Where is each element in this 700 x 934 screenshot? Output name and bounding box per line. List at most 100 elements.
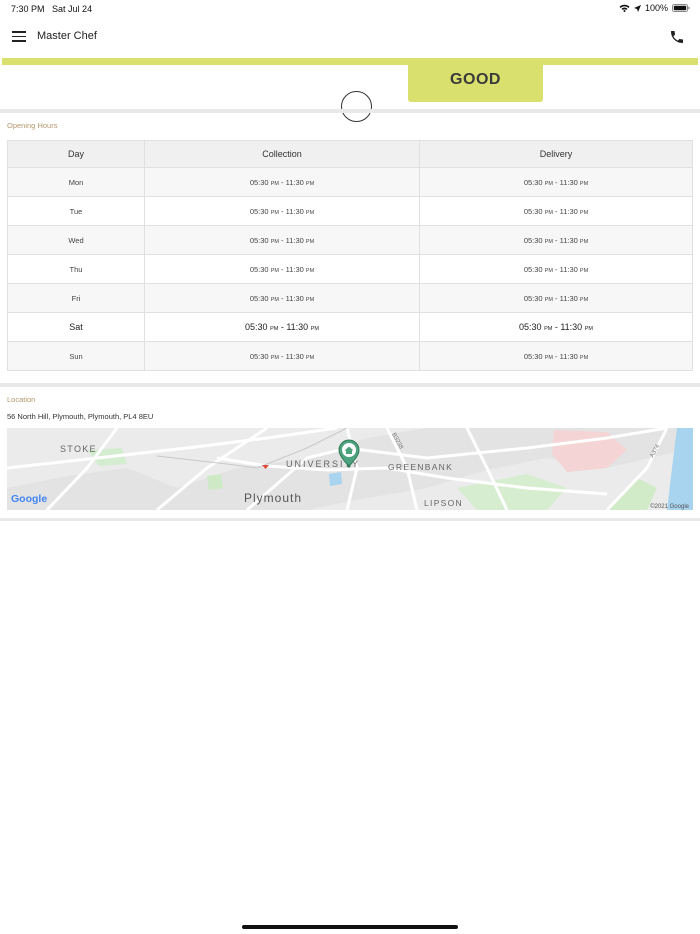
collection-end: 11:30 — [285, 235, 304, 245]
delivery-end-suffix: PM — [579, 180, 589, 187]
collection-start: 05:30 — [249, 264, 269, 274]
map-label-greenbank: GREENBANK — [388, 462, 453, 472]
delivery-cell: 05:30 PM - 11:30 PM — [419, 312, 693, 342]
location-arrow-icon — [633, 4, 641, 12]
app-header: Master Chef — [0, 18, 700, 56]
wifi-icon — [619, 4, 630, 12]
delivery-start-suffix: PM — [544, 209, 553, 216]
collection-end: 11:30 — [285, 351, 304, 361]
delivery-end-suffix: PM — [579, 354, 589, 361]
collection-end-suffix: PM — [310, 326, 319, 332]
table-row-today: Sat 05:30 PM - 11:30 PM 05:30 PM - 11:30… — [7, 312, 693, 342]
delivery-start-suffix: PM — [544, 296, 553, 303]
day-cell: Sat — [7, 312, 145, 342]
collection-cell: 05:30 PM - 11:30 PM — [144, 312, 420, 342]
column-header-day: Day — [7, 140, 145, 168]
status-clock: 7:30 PM — [11, 4, 45, 14]
opening-hours-table: Day Collection Delivery Mon 05:30 PM - 1… — [7, 140, 693, 371]
phone-icon[interactable] — [669, 29, 685, 45]
page-title: Master Chef — [37, 30, 97, 42]
delivery-start: 05:30 — [519, 322, 542, 332]
delivery-start: 05:30 — [523, 177, 543, 187]
delivery-end: 11:30 — [559, 293, 578, 303]
collection-start-suffix: PM — [270, 180, 279, 187]
collection-cell: 05:30 PM - 11:30 PM — [144, 341, 420, 371]
delivery-start-suffix: PM — [544, 326, 553, 332]
delivery-end-suffix: PM — [579, 238, 589, 245]
delivery-end: 11:30 — [559, 264, 578, 274]
delivery-cell: 05:30 PM - 11:30 PM — [419, 196, 693, 226]
delivery-start: 05:30 — [523, 293, 543, 303]
rating-stripe — [2, 58, 698, 65]
map-label-lipson: LIPSON — [424, 498, 463, 508]
delivery-start-suffix: PM — [544, 180, 553, 187]
table-header-row: Day Collection Delivery — [7, 140, 693, 168]
delivery-cell: 05:30 PM - 11:30 PM — [419, 283, 693, 313]
delivery-end-suffix: PM — [579, 209, 589, 216]
delivery-start: 05:30 — [523, 206, 543, 216]
map-canvas: STOKE UNIVERSITY GREENBANK Plymouth LIPS… — [7, 428, 693, 510]
collection-end-suffix: PM — [305, 180, 315, 187]
hamburger-menu-icon[interactable] — [12, 31, 26, 43]
delivery-start: 05:30 — [523, 351, 543, 361]
collection-start-suffix: PM — [270, 267, 279, 274]
collection-cell: 05:30 PM - 11:30 PM — [144, 167, 420, 197]
delivery-start-suffix: PM — [544, 267, 553, 274]
delivery-start: 05:30 — [523, 235, 543, 245]
collection-start: 05:30 — [249, 206, 269, 216]
delivery-start-suffix: PM — [544, 354, 553, 361]
delivery-end: 11:30 — [559, 235, 578, 245]
google-logo: Google — [11, 493, 47, 505]
delivery-end: 11:30 — [559, 177, 578, 187]
map-label-plymouth: Plymouth — [244, 491, 302, 505]
map-water — [329, 472, 342, 486]
delivery-end-suffix: PM — [584, 326, 593, 332]
collection-start-suffix: PM — [270, 354, 279, 361]
delivery-end: 11:30 — [559, 206, 578, 216]
collection-end: 11:30 — [286, 322, 309, 332]
delivery-cell: 05:30 PM - 11:30 PM — [419, 225, 693, 255]
delivery-end-suffix: PM — [579, 267, 589, 274]
collection-cell: 05:30 PM - 11:30 PM — [144, 196, 420, 226]
table-row: Thu 05:30 PM - 11:30 PM 05:30 PM - 11:30… — [7, 254, 693, 284]
collection-cell: 05:30 PM - 11:30 PM — [144, 254, 420, 284]
battery-icon — [672, 4, 690, 12]
collection-start-suffix: PM — [270, 296, 279, 303]
table-row: Tue 05:30 PM - 11:30 PM 05:30 PM - 11:30… — [7, 196, 693, 226]
map-park-area — [207, 474, 223, 490]
section-divider — [0, 383, 700, 387]
collection-start: 05:30 — [249, 293, 269, 303]
collection-end: 11:30 — [285, 293, 304, 303]
logo-placeholder-circle — [341, 91, 372, 122]
hygiene-rating-banner: GOOD — [0, 58, 700, 122]
status-date: Sat Jul 24 — [52, 4, 93, 14]
day-cell: Wed — [7, 225, 145, 255]
location-map[interactable]: STOKE UNIVERSITY GREENBANK Plymouth LIPS… — [7, 428, 693, 510]
column-header-collection: Collection — [144, 140, 420, 168]
table-row: Mon 05:30 PM - 11:30 PM 05:30 PM - 11:30… — [7, 167, 693, 197]
collection-start: 05:30 — [249, 177, 269, 187]
collection-end: 11:30 — [285, 177, 304, 187]
collection-cell: 05:30 PM - 11:30 PM — [144, 283, 420, 313]
section-divider — [0, 109, 700, 113]
day-cell: Mon — [7, 167, 145, 197]
home-indicator[interactable] — [242, 925, 458, 929]
delivery-cell: 05:30 PM - 11:30 PM — [419, 341, 693, 371]
collection-start: 05:30 — [249, 235, 269, 245]
opening-hours-label: Opening Hours — [7, 121, 58, 130]
collection-cell: 05:30 PM - 11:30 PM — [144, 225, 420, 255]
day-cell: Tue — [7, 196, 145, 226]
map-label-stoke: STOKE — [60, 444, 97, 454]
delivery-start-suffix: PM — [544, 238, 553, 245]
delivery-end-suffix: PM — [579, 296, 589, 303]
collection-start-suffix: PM — [270, 209, 279, 216]
collection-start-suffix: PM — [270, 326, 279, 332]
collection-start: 05:30 — [245, 322, 268, 332]
column-header-delivery: Delivery — [419, 140, 693, 168]
status-bar: 7:30 PM Sat Jul 24 100% — [0, 0, 700, 18]
day-cell: Fri — [7, 283, 145, 313]
collection-end-suffix: PM — [305, 209, 315, 216]
collection-start: 05:30 — [249, 351, 269, 361]
table-row: Sun 05:30 PM - 11:30 PM 05:30 PM - 11:30… — [7, 341, 693, 371]
address-text: 56 North Hill, Plymouth, Plymouth, PL4 8… — [7, 412, 154, 421]
